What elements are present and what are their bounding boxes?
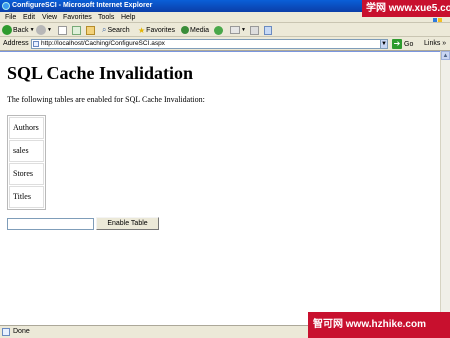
history-icon [214,25,223,35]
menu-view[interactable]: View [42,13,57,22]
address-input[interactable]: http://localhost/Caching/ConfigureSCI.as… [31,39,388,49]
mail-button[interactable]: ▼ [230,24,246,36]
search-button[interactable]: ⌕ Search [102,24,130,36]
media-button[interactable]: Media [181,24,209,36]
stop-icon [58,25,67,35]
menu-help[interactable]: Help [121,13,135,22]
window-title: ConfigureSCI - Microsoft Internet Explor… [12,2,153,9]
print-button[interactable] [250,24,259,36]
table-row: Stores [9,163,44,185]
home-icon [86,25,95,35]
page-viewport: SQL Cache Invalidation The following tab… [0,51,440,325]
chevron-down-icon: ▼ [47,27,52,33]
enabled-tables-list: Authors sales Stores Titles [7,115,46,210]
menu-favorites[interactable]: Favorites [63,13,92,22]
scroll-up-button[interactable]: ▲ [441,51,450,60]
refresh-icon [72,25,81,35]
forward-button[interactable]: ▼ [36,24,52,36]
star-icon: ★ [138,25,146,35]
chevron-down-icon: ▼ [29,27,35,33]
home-button[interactable] [86,24,95,36]
media-icon [181,26,189,34]
menu-file[interactable]: File [5,13,16,22]
watermark-bottom: 智可网 www.hzhike.com [308,312,450,338]
status-text: Done [13,328,30,335]
search-icon: ⌕ [102,25,107,34]
back-arrow-icon [2,25,12,35]
table-row: Titles [9,186,44,208]
address-label: Address [3,40,29,47]
page-icon [33,41,39,47]
menu-edit[interactable]: Edit [23,13,35,22]
favorites-button[interactable]: ★ Favorites [138,24,175,36]
address-dropdown-button[interactable]: ▼ [380,39,388,49]
stop-button[interactable] [58,24,67,36]
edit-icon [264,25,272,35]
page-title: SQL Cache Invalidation [7,63,194,83]
chevron-down-icon: ▼ [241,27,246,33]
table-row: Authors [9,117,44,139]
address-url: http://localhost/Caching/ConfigureSCI.as… [41,40,165,47]
history-button[interactable] [214,24,223,36]
mail-icon [230,26,240,34]
back-button[interactable]: Back ▼ [2,24,35,36]
print-icon [250,25,259,35]
go-arrow-icon: ➔ [392,39,402,49]
toolbar: Back ▼ ▼ ⌕ Search ★ Favorites Media ▼ [0,23,450,37]
address-bar: Address http://localhost/Caching/Configu… [0,37,450,51]
watermark-top: 学网 www.xue5.com [362,0,450,17]
go-button[interactable]: ➔ Go [392,39,413,49]
vertical-scrollbar[interactable]: ▲ [440,51,450,325]
forward-arrow-icon [36,25,46,35]
table-name-input[interactable] [7,218,94,230]
enable-table-button[interactable]: Enable Table [96,217,159,230]
menu-tools[interactable]: Tools [98,13,114,22]
edit-button[interactable] [264,24,272,36]
table-row: sales [9,140,44,162]
refresh-button[interactable] [72,24,81,36]
ie-logo-icon [2,2,10,10]
links-button[interactable]: Links » [424,40,446,47]
page-done-icon [2,328,10,336]
intro-text: The following tables are enabled for SQL… [7,95,205,104]
